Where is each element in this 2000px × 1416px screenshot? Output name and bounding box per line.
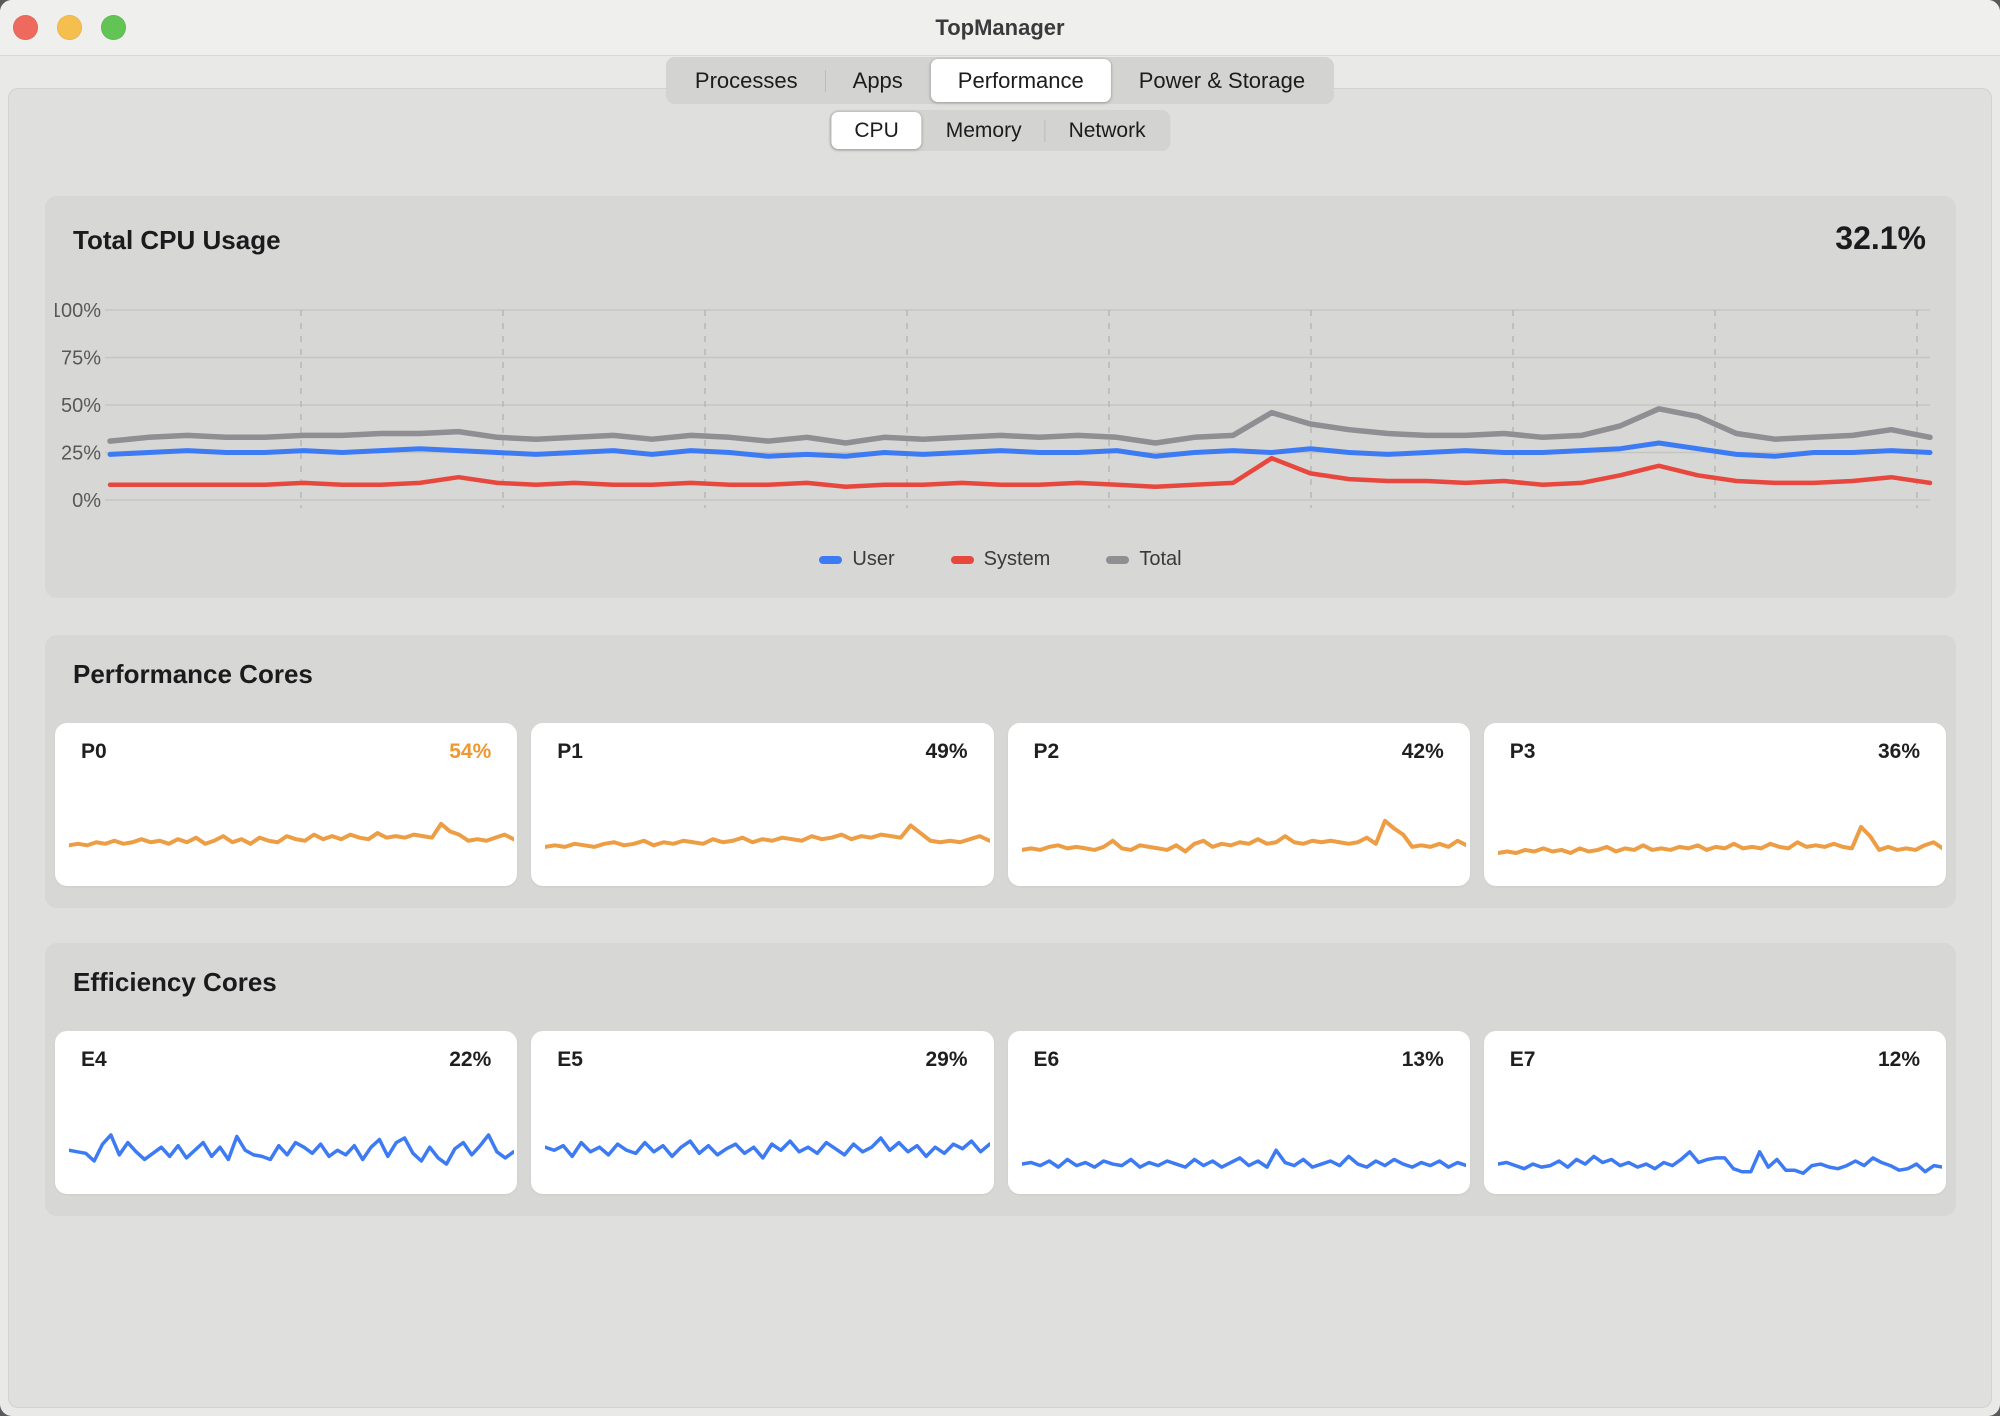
total-cpu-header: Total CPU Usage 32.1% (73, 220, 1926, 257)
core-usage-value: 29% (925, 1048, 967, 1072)
series-line-system (110, 458, 1930, 487)
performance-cores-panel: Performance Cores P0 54% P1 49% P2 42% P3 36% (45, 635, 1956, 908)
total-cpu-title: Total CPU Usage (73, 225, 281, 256)
core-sparkline (1022, 1092, 1467, 1184)
subtab-network[interactable]: Network (1046, 112, 1169, 149)
minimize-button[interactable] (57, 15, 82, 40)
core-usage-value: 49% (925, 740, 967, 764)
legend-swatch-user (819, 556, 842, 564)
titlebar: TopManager (0, 0, 2000, 56)
y-axis-tick-label: 50% (61, 395, 101, 417)
tab-power-storage[interactable]: Power & Storage (1112, 59, 1332, 102)
window-title: TopManager (0, 0, 2000, 55)
core-sparkline (69, 784, 514, 876)
total-cpu-chart: 100% 75% 50% 25% 0% (55, 296, 1945, 521)
efficiency-cores-title: Efficiency Cores (73, 967, 277, 998)
performance-cores-title: Performance Cores (73, 659, 313, 690)
app-window: TopManager ProcessesAppsPerformancePower… (0, 0, 2000, 1416)
core-card-p3: P3 36% (1484, 723, 1946, 886)
legend-item-total: Total (1106, 548, 1181, 571)
core-usage-value: 22% (449, 1048, 491, 1072)
subtab-memory[interactable]: Memory (923, 112, 1045, 149)
core-usage-value: 13% (1402, 1048, 1444, 1072)
total-cpu-panel: Total CPU Usage 32.1% 100% 75% 50% 25% 0% Us… (45, 196, 1956, 598)
zoom-button[interactable] (101, 15, 126, 40)
core-sparkline (1498, 784, 1943, 876)
core-card-p2: P2 42% (1008, 723, 1470, 886)
core-label: P1 (557, 740, 583, 764)
core-label: E4 (81, 1048, 107, 1072)
core-label: E5 (557, 1048, 583, 1072)
performance-cores-header: Performance Cores (73, 659, 1926, 690)
core-sparkline (1498, 1092, 1943, 1184)
sub-tab-bar: CPUMemoryNetwork (829, 110, 1170, 151)
total-cpu-value: 32.1% (1835, 220, 1926, 257)
tab-apps[interactable]: Apps (826, 59, 930, 102)
legend-label: Total (1139, 548, 1181, 571)
core-label: P3 (1510, 740, 1536, 764)
core-label: E6 (1034, 1048, 1060, 1072)
series-line-total (110, 409, 1930, 443)
legend-label: System (984, 548, 1051, 571)
close-button[interactable] (13, 15, 38, 40)
traffic-lights (13, 15, 126, 40)
efficiency-cores-cards: E4 22% E5 29% E6 13% E7 12% (55, 1031, 1946, 1194)
efficiency-cores-panel: Efficiency Cores E4 22% E5 29% E6 13% E7 12% (45, 943, 1956, 1216)
legend-label: User (852, 548, 894, 571)
performance-cores-cards: P0 54% P1 49% P2 42% P3 36% (55, 723, 1946, 886)
core-card-e5: E5 29% (531, 1031, 993, 1194)
core-card-e6: E6 13% (1008, 1031, 1470, 1194)
series-line-user (110, 443, 1930, 456)
core-label: E7 (1510, 1048, 1536, 1072)
core-card-e7: E7 12% (1484, 1031, 1946, 1194)
y-axis-tick-label: 100% (55, 300, 101, 322)
core-sparkline (545, 1092, 990, 1184)
subtab-cpu[interactable]: CPU (831, 112, 921, 149)
legend-item-system: System (951, 548, 1051, 571)
legend-swatch-total (1106, 556, 1129, 564)
core-label: P2 (1034, 740, 1060, 764)
tab-processes[interactable]: Processes (668, 59, 825, 102)
tab-performance[interactable]: Performance (931, 59, 1111, 102)
core-usage-value: 12% (1878, 1048, 1920, 1072)
core-sparkline (1022, 784, 1467, 876)
core-card-e4: E4 22% (55, 1031, 517, 1194)
core-card-p0: P0 54% (55, 723, 517, 886)
y-axis-tick-label: 0% (72, 490, 101, 512)
core-usage-value: 54% (449, 740, 491, 764)
main-tab-bar: ProcessesAppsPerformancePower & Storage (666, 57, 1334, 104)
y-axis-tick-label: 25% (61, 443, 101, 465)
core-usage-value: 36% (1878, 740, 1920, 764)
y-axis-tick-label: 75% (61, 348, 101, 370)
legend-item-user: User (819, 548, 894, 571)
legend-swatch-system (951, 556, 974, 564)
core-card-p1: P1 49% (531, 723, 993, 886)
core-sparkline (69, 1092, 514, 1184)
chart-legend: User System Total (45, 548, 1956, 571)
core-label: P0 (81, 740, 107, 764)
efficiency-cores-header: Efficiency Cores (73, 967, 1926, 998)
core-sparkline (545, 784, 990, 876)
core-usage-value: 42% (1402, 740, 1444, 764)
